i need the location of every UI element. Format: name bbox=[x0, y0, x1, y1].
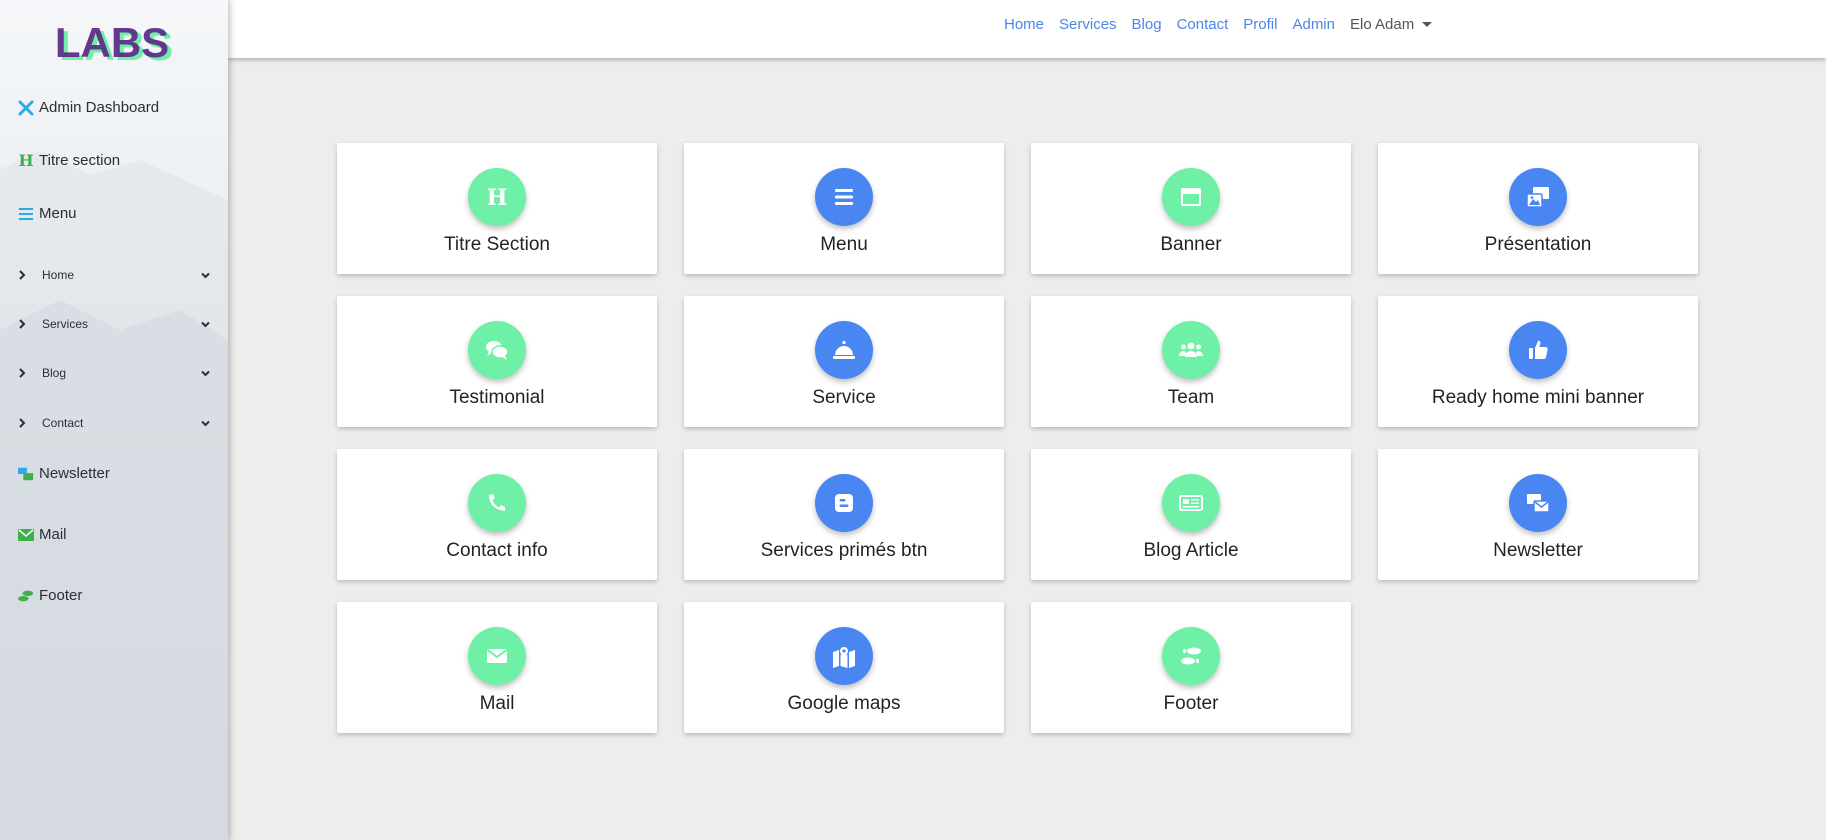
card-label: Testimonial bbox=[449, 387, 545, 408]
sidebar-item-mail[interactable]: Mail bbox=[18, 526, 67, 543]
sidebar: LABS LABS Admin Dashboard H Titre sectio… bbox=[0, 0, 228, 840]
users-icon bbox=[1162, 321, 1220, 379]
sidebar-item-label: Services bbox=[42, 317, 89, 331]
card-titre-section[interactable]: H Titre Section bbox=[337, 143, 657, 274]
shoe-prints-icon bbox=[1162, 627, 1220, 685]
card-label: Footer bbox=[1163, 693, 1219, 714]
mail-bulk-icon bbox=[18, 466, 34, 482]
sidebar-item-footer[interactable]: Footer bbox=[18, 587, 82, 604]
svg-text:H: H bbox=[487, 185, 508, 211]
card-ready-home-mini-banner[interactable]: Ready home mini banner bbox=[1378, 296, 1698, 427]
sidebar-item-label: Newsletter bbox=[39, 465, 110, 482]
sidebar-item-label: Contact bbox=[42, 416, 84, 430]
card-label: Team bbox=[1167, 387, 1215, 408]
card-mail[interactable]: Mail bbox=[337, 602, 657, 733]
concierge-bell-icon bbox=[815, 321, 873, 379]
svg-text:LABS: LABS bbox=[55, 19, 169, 66]
newspaper-icon bbox=[1162, 474, 1220, 532]
chevron-down-icon bbox=[201, 420, 210, 427]
sidebar-item-titre-section[interactable]: H Titre section bbox=[18, 151, 121, 170]
card-label: Présentation bbox=[1484, 234, 1592, 255]
sidebar-item-label: Footer bbox=[39, 587, 83, 604]
card-services-primes-btn[interactable]: Services primés btn bbox=[684, 449, 1004, 580]
nav-link-admin[interactable]: Admin bbox=[1292, 16, 1335, 33]
thumbs-up-icon bbox=[1509, 321, 1567, 379]
card-label: Titre Section bbox=[444, 234, 550, 255]
sidebar-item-label: Mail bbox=[39, 526, 67, 543]
admin-card-grid: H Titre Section Menu Banner Présentation… bbox=[337, 143, 1698, 733]
photo-video-icon bbox=[1509, 168, 1567, 226]
caret-down-icon bbox=[1422, 22, 1433, 27]
sidebar-item-services[interactable]: Services bbox=[18, 317, 210, 331]
card-footer[interactable]: Footer bbox=[1031, 602, 1351, 733]
sidebar-item-label: Menu bbox=[39, 205, 77, 222]
chevron-down-icon bbox=[201, 272, 210, 279]
card-contact-info[interactable]: Contact info bbox=[337, 449, 657, 580]
heading-icon: H bbox=[468, 168, 526, 226]
card-label: Banner bbox=[1160, 234, 1222, 255]
card-google-maps[interactable]: Google maps bbox=[684, 602, 1004, 733]
card-service[interactable]: Service bbox=[684, 296, 1004, 427]
envelope-icon bbox=[468, 627, 526, 685]
nav-link-blog[interactable]: Blog bbox=[1132, 16, 1162, 33]
sidebar-item-home[interactable]: Home bbox=[18, 268, 210, 282]
bars-icon bbox=[18, 206, 34, 222]
card-label: Ready home mini banner bbox=[1431, 387, 1645, 408]
sidebar-item-label: Home bbox=[42, 268, 75, 282]
user-name: Elo Adam bbox=[1350, 16, 1415, 33]
sidebar-item-blog[interactable]: Blog bbox=[18, 366, 210, 380]
card-label: Blog Article bbox=[1143, 540, 1239, 561]
card-label: Google maps bbox=[787, 693, 901, 714]
card-presentation[interactable]: Présentation bbox=[1378, 143, 1698, 274]
card-testimonial[interactable]: Testimonial bbox=[337, 296, 657, 427]
map-marked-icon bbox=[815, 627, 873, 685]
blogger-icon bbox=[815, 474, 873, 532]
card-label: Contact info bbox=[446, 540, 548, 561]
tools-icon bbox=[18, 100, 34, 116]
chevron-right-icon bbox=[18, 418, 28, 428]
card-label: Mail bbox=[479, 693, 515, 714]
mail-bulk-icon bbox=[1509, 474, 1567, 532]
bars-icon bbox=[815, 168, 873, 226]
card-banner[interactable]: Banner bbox=[1031, 143, 1351, 274]
phone-icon bbox=[468, 474, 526, 532]
sidebar-item-label: Admin Dashboard bbox=[39, 99, 160, 116]
chevron-right-icon bbox=[18, 368, 28, 378]
card-label: Services primés btn bbox=[760, 540, 928, 561]
sidebar-item-admin-dashboard[interactable]: Admin Dashboard bbox=[18, 99, 159, 116]
sidebar-item-menu[interactable]: Menu bbox=[18, 205, 77, 222]
top-navbar: Home Services Blog Contact Profil Admin … bbox=[228, 0, 1826, 58]
chevron-right-icon bbox=[18, 319, 28, 329]
card-team[interactable]: Team bbox=[1031, 296, 1351, 427]
user-dropdown[interactable]: Elo Adam bbox=[1350, 16, 1433, 33]
chevron-right-icon bbox=[18, 270, 28, 280]
card-label: Service bbox=[812, 387, 876, 408]
nav-link-services[interactable]: Services bbox=[1059, 16, 1117, 33]
card-label: Newsletter bbox=[1493, 540, 1583, 561]
nav-link-contact[interactable]: Contact bbox=[1177, 16, 1229, 33]
chevron-down-icon bbox=[201, 321, 210, 328]
card-menu[interactable]: Menu bbox=[684, 143, 1004, 274]
sidebar-item-label: Blog bbox=[42, 366, 67, 380]
card-label: Menu bbox=[820, 234, 868, 255]
window-icon bbox=[1162, 168, 1220, 226]
nav-link-profil[interactable]: Profil bbox=[1243, 16, 1277, 33]
top-nav: Home Services Blog Contact Profil Admin … bbox=[1004, 16, 1433, 33]
card-newsletter[interactable]: Newsletter bbox=[1378, 449, 1698, 580]
logo[interactable]: LABS LABS bbox=[0, 18, 228, 69]
comments-icon bbox=[468, 321, 526, 379]
shoe-prints-icon bbox=[18, 588, 34, 604]
nav-link-home[interactable]: Home bbox=[1004, 16, 1044, 33]
sidebar-item-label: Titre section bbox=[39, 152, 121, 169]
card-blog-article[interactable]: Blog Article bbox=[1031, 449, 1351, 580]
sidebar-item-newsletter[interactable]: Newsletter bbox=[18, 465, 110, 482]
heading-icon: H bbox=[18, 151, 34, 170]
sidebar-item-contact[interactable]: Contact bbox=[18, 416, 210, 430]
chevron-down-icon bbox=[201, 370, 210, 377]
envelope-icon bbox=[18, 527, 34, 543]
